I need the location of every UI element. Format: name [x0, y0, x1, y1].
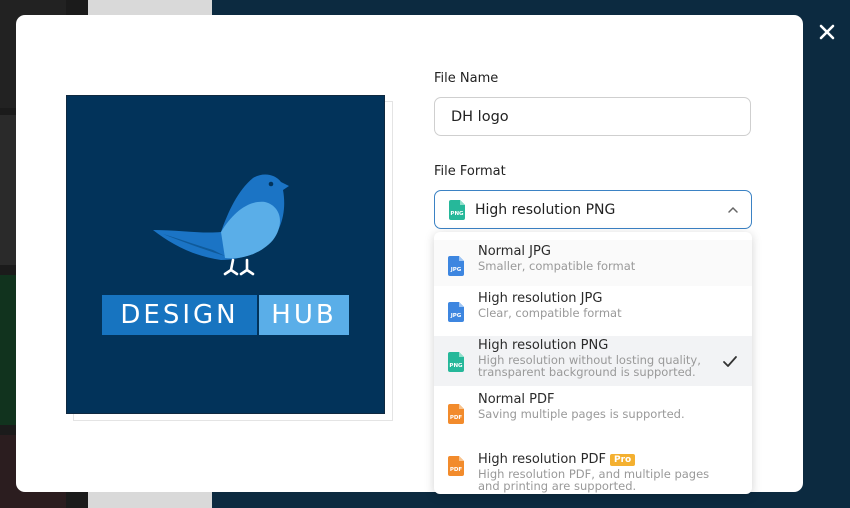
format-option-desc: Saving multiple pages is supported.	[478, 407, 685, 421]
format-option-title-row: High resolution PDF Pro	[478, 436, 752, 468]
file-format-label: File Format	[434, 164, 506, 179]
png-file-icon: PNG	[448, 352, 464, 372]
svg-text:PNG: PNG	[449, 363, 463, 369]
file-name-label: File Name	[434, 71, 499, 86]
jpg-file-icon: JPG	[448, 256, 464, 276]
format-option-title: Normal PDF	[478, 392, 555, 407]
format-option-high-res-png[interactable]: PNG High resolution PNG High resolution …	[434, 336, 752, 386]
bird-logo-icon	[153, 174, 289, 276]
pro-badge: Pro	[610, 454, 636, 466]
svg-text:PDF: PDF	[450, 467, 463, 473]
pdf-file-icon: PDF	[448, 456, 464, 476]
format-option-high-res-pdf[interactable]: PDF High resolution PDF Pro High resoluti…	[434, 436, 752, 492]
design-preview: DESIGN HUB	[66, 95, 385, 414]
checkmark-icon	[723, 356, 737, 367]
png-file-icon: PNG	[449, 199, 465, 220]
format-option-desc-line-2: transparent background is supported.	[478, 365, 696, 379]
format-option-title: High resolution PNG	[478, 338, 609, 353]
format-option-desc: Smaller, compatible format	[478, 259, 636, 273]
file-format-select[interactable]: PNG High resolution PNG	[434, 190, 752, 229]
logo-word-design: DESIGN	[102, 295, 257, 335]
jpg-file-icon: JPG	[448, 302, 464, 322]
selected-format-text: High resolution PNG	[475, 201, 616, 218]
download-dialog: DESIGN HUB File Name File Format PNG Hig…	[16, 15, 803, 494]
logo-wordmark: DESIGN HUB	[102, 295, 349, 335]
pdf-file-icon: PDF	[448, 404, 464, 424]
logo-word-hub: HUB	[259, 295, 349, 335]
close-button[interactable]	[812, 17, 842, 47]
format-option-high-res-jpg[interactable]: JPG High resolution JPG Clear, compatibl…	[434, 288, 752, 334]
format-option-title: High resolution JPG	[478, 291, 603, 306]
chevron-up-icon	[728, 206, 738, 213]
file-name-input[interactable]	[434, 97, 751, 136]
file-format-dropdown: JPG Normal JPG Smaller, compatible forma…	[434, 232, 752, 494]
close-icon	[819, 24, 835, 40]
svg-text:PDF: PDF	[450, 415, 463, 421]
format-option-title: Normal JPG	[478, 244, 551, 259]
format-option-title: High resolution PDF	[478, 452, 607, 467]
format-option-desc-line-2: and printing are supported.	[478, 479, 637, 493]
svg-text:PNG: PNG	[450, 211, 464, 217]
svg-text:JPG: JPG	[450, 313, 462, 319]
format-option-normal-jpg[interactable]: JPG Normal JPG Smaller, compatible forma…	[434, 240, 752, 286]
format-option-desc: Clear, compatible format	[478, 306, 622, 320]
format-option-normal-pdf[interactable]: PDF Normal PDF Saving multiple pages is …	[434, 390, 752, 434]
svg-text:JPG: JPG	[450, 267, 462, 273]
